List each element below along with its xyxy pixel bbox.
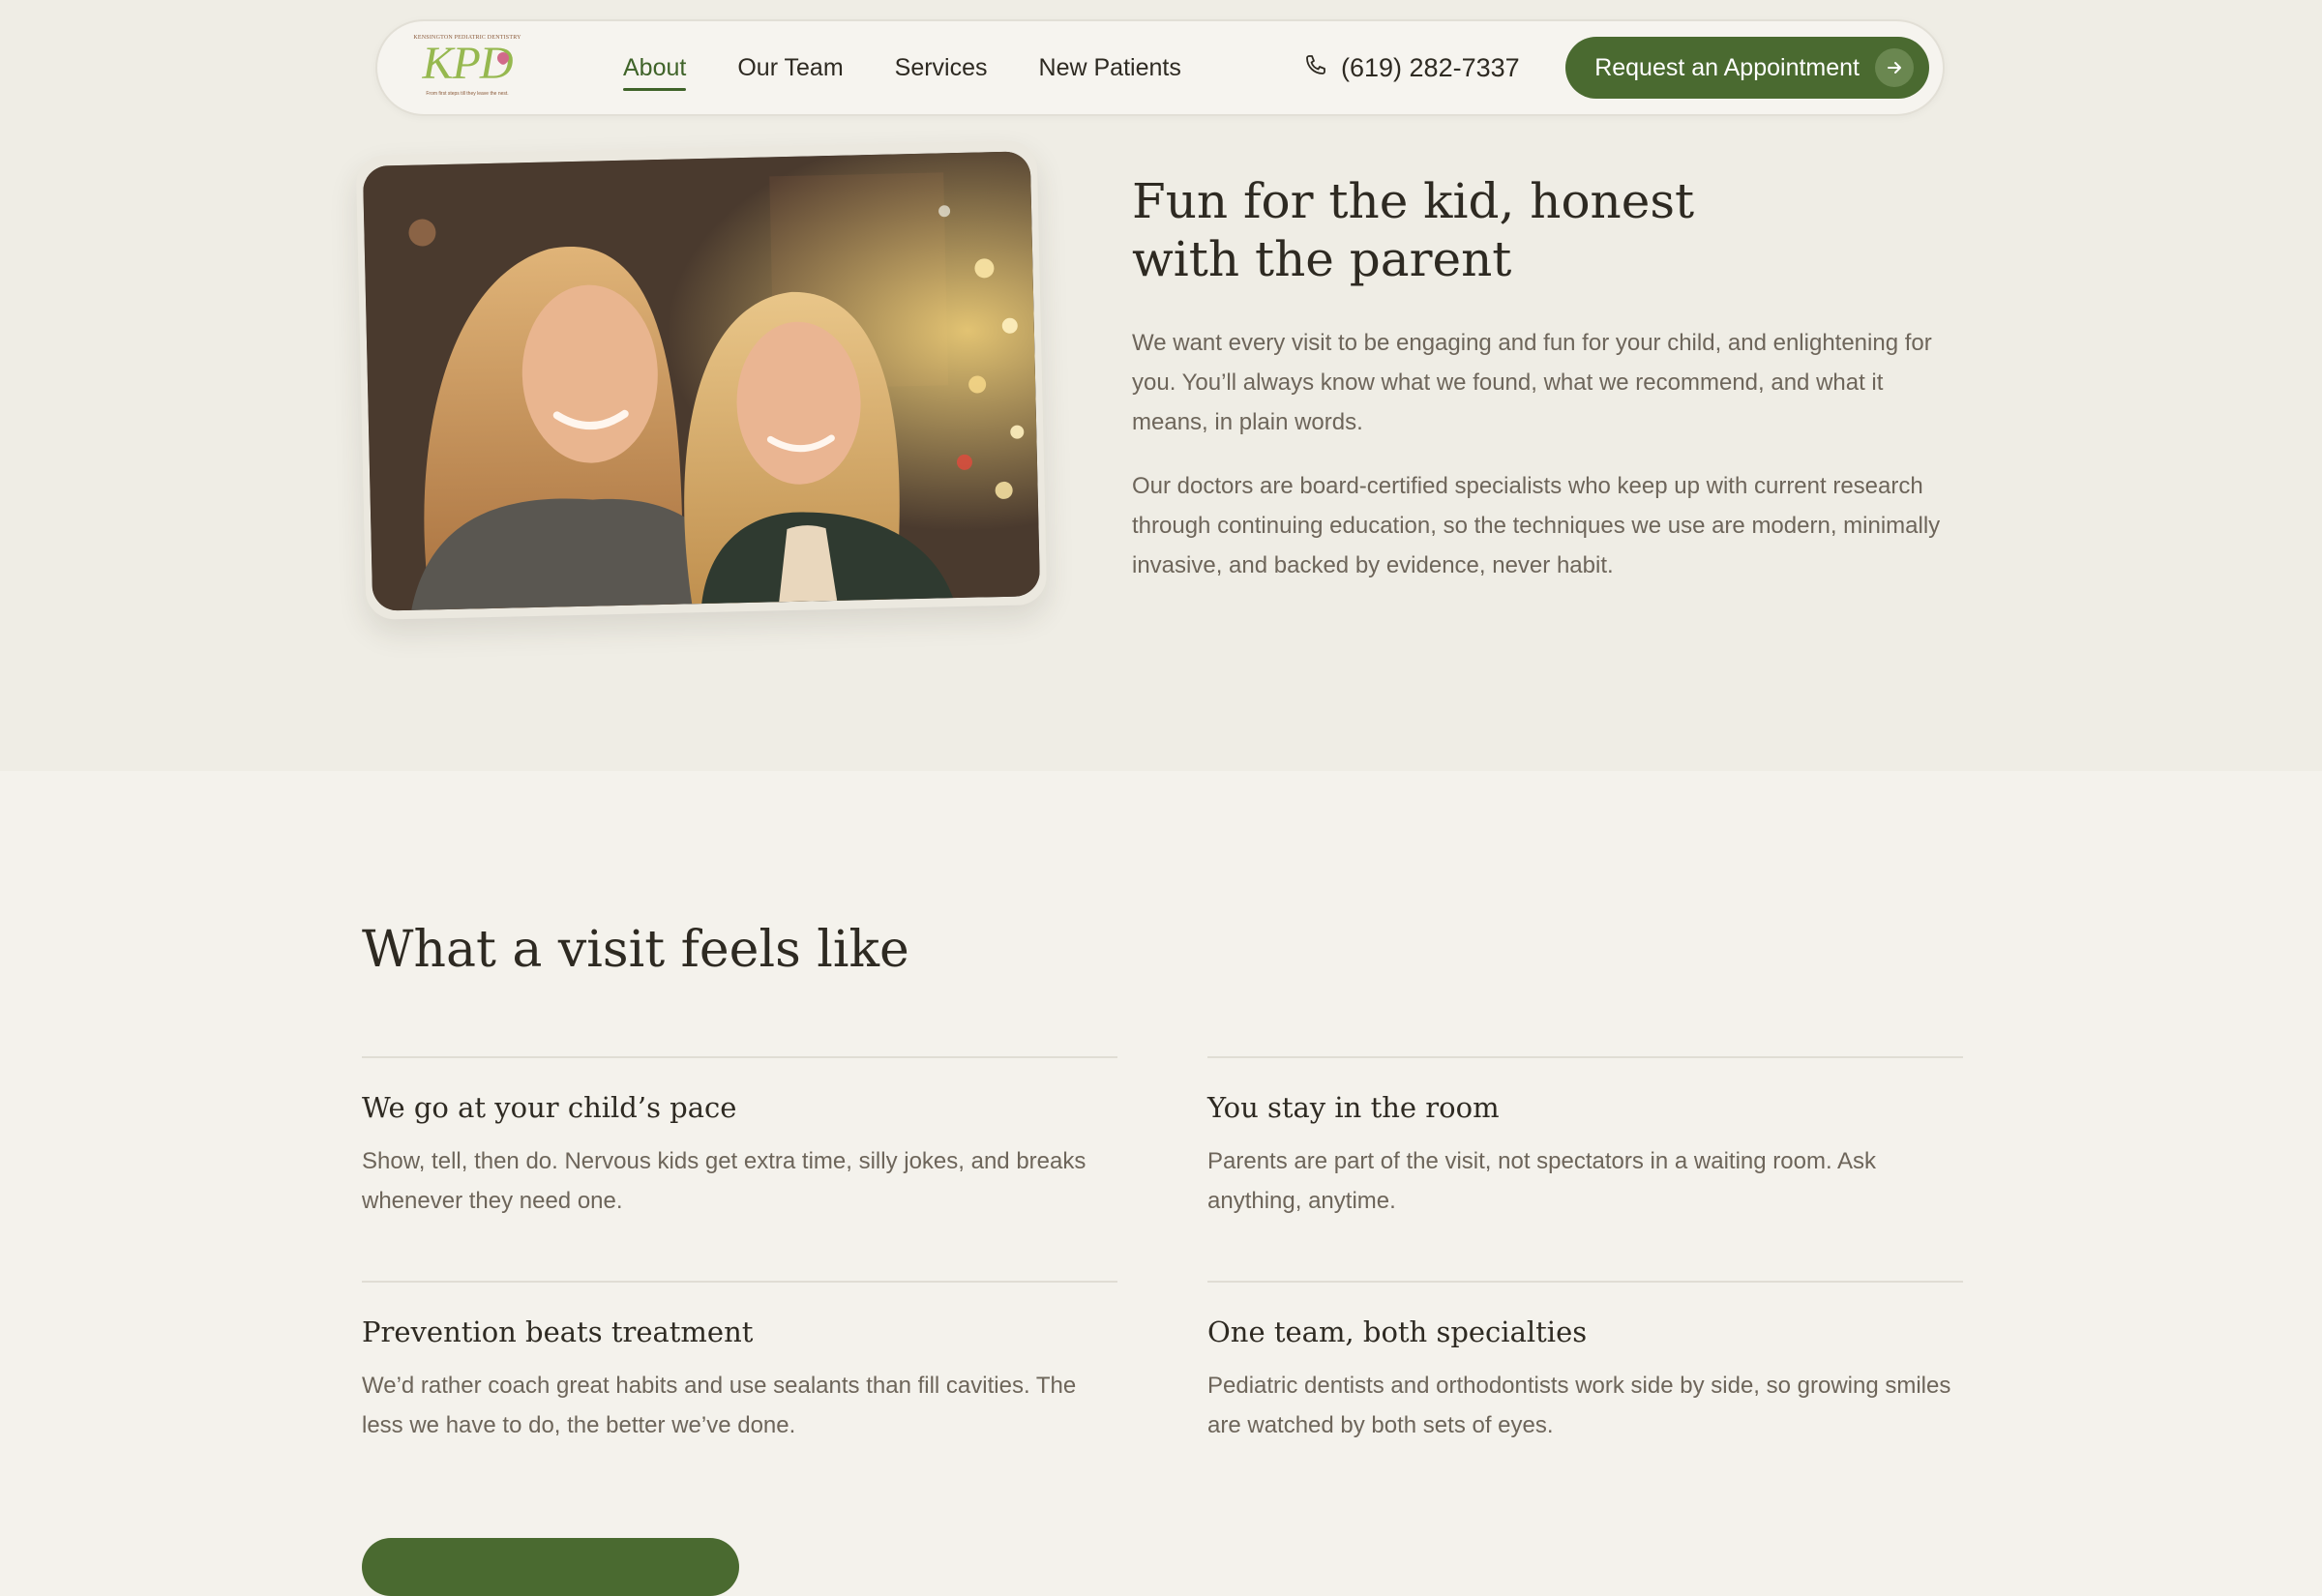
hero-title-line-2: with the parent	[1132, 231, 1512, 287]
nav-link-about[interactable]: About	[623, 54, 687, 91]
phone-icon	[1304, 53, 1327, 83]
feature-text: Pediatric dentists and orthodontists wor…	[1207, 1373, 1951, 1438]
hero-title: Fun for the kid, honest with the parent	[1132, 172, 1712, 288]
feature-text: We’d rather coach great habits and use s…	[362, 1373, 1077, 1438]
phone-link[interactable]: (619) 282-7337	[1304, 21, 1520, 114]
nav-link-services[interactable]: Services	[895, 54, 988, 82]
kpd-logo[interactable]: KENSINGTON PEDIATRIC DENTISTRY KPD From …	[404, 35, 530, 103]
section-cta-button[interactable]	[362, 1538, 739, 1596]
feature-title: One team, both specialties	[1207, 1315, 1588, 1348]
feature-title: You stay in the room	[1207, 1091, 1500, 1124]
nav-link-new-patients[interactable]: New Patients	[1039, 54, 1181, 82]
phone-number: (619) 282-7337	[1341, 52, 1520, 82]
nav-link-our-team[interactable]: Our Team	[737, 54, 843, 82]
request-appointment-button[interactable]: Request an Appointment	[1565, 37, 1929, 99]
top-navigation: KENSINGTON PEDIATRIC DENTISTRY KPD From …	[375, 19, 1945, 116]
hero-paragraph-2: Our doctors are board-certified speciali…	[1132, 473, 1941, 578]
feature-item: You stay in the room Parents are part of…	[1207, 1056, 1963, 1252]
feature-item: We go at your child’s pace Show, tell, t…	[362, 1056, 1117, 1252]
feature-title: We go at your child’s pace	[362, 1091, 737, 1124]
feature-item: Prevention beats treatment We’d rather c…	[362, 1281, 1117, 1476]
hero-paragraph-1: We want every visit to be engaging and f…	[1132, 330, 1932, 435]
feature-text: Show, tell, then do. Nervous kids get ex…	[362, 1148, 1087, 1214]
hero-photo-two-women	[362, 151, 1041, 611]
feature-item: One team, both specialties Pediatric den…	[1207, 1281, 1963, 1476]
nav-links: About Our Team Services New Patients	[623, 21, 1181, 114]
request-appointment-label: Request an Appointment	[1594, 53, 1860, 81]
feature-text: Parents are part of the visit, not spect…	[1207, 1148, 1876, 1214]
logo-mark: KPD	[422, 38, 514, 89]
visit-section-title: What a visit feels like	[362, 921, 909, 979]
arrow-right-icon	[1875, 48, 1914, 87]
logo-tagline: From first steps till they leave the nes…	[426, 91, 509, 97]
hero-title-line-1: Fun for the kid, honest	[1132, 173, 1695, 229]
feature-title: Prevention beats treatment	[362, 1315, 754, 1348]
